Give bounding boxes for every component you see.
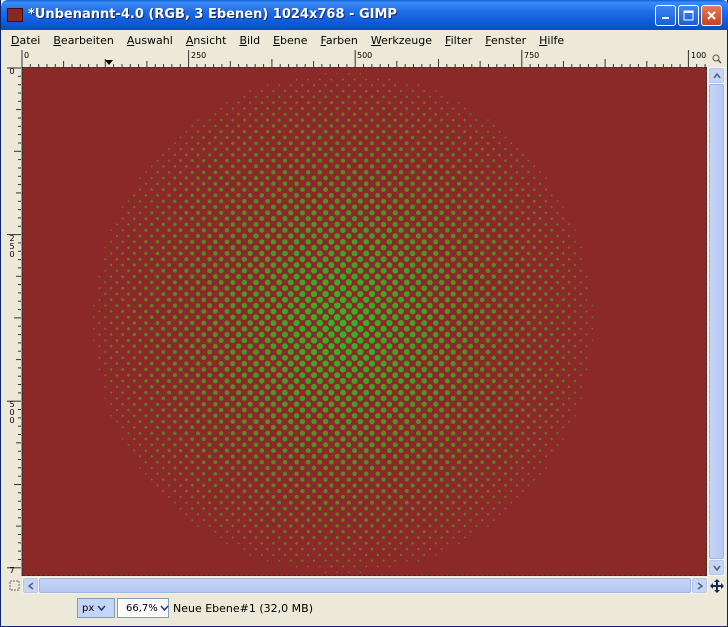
hruler-label-250: 250 — [191, 51, 207, 60]
title-bar[interactable]: *Unbenannt-4.0 (RGB, 3 Ebenen) 1024x768 … — [1, 0, 728, 30]
menu-farben[interactable]: Farben — [315, 34, 365, 47]
maximize-button[interactable] — [678, 5, 699, 26]
unit-selector[interactable]: px — [77, 598, 115, 618]
menu-auswahl[interactable]: Auswahl — [121, 34, 180, 47]
hruler-label-750: 750 — [524, 51, 540, 60]
zoom-dropdown-button[interactable] — [158, 598, 170, 618]
hruler-label-0: 0 — [24, 51, 30, 60]
window-title: *Unbenannt-4.0 (RGB, 3 Ebenen) 1024x768 … — [28, 7, 397, 22]
move-icon — [710, 579, 724, 593]
menu-datei[interactable]: Datei — [5, 34, 47, 47]
chevron-right-icon — [697, 581, 703, 590]
navigation-move-button[interactable] — [709, 578, 725, 594]
scroll-right-button[interactable] — [692, 578, 707, 593]
menu-werkzeuge[interactable]: Werkzeuge — [365, 34, 439, 47]
ruler-pointer-marker — [105, 60, 113, 65]
scroll-down-button[interactable] — [709, 560, 724, 575]
chevron-down-icon — [97, 605, 106, 611]
vruler-label-750: 7 — [9, 566, 15, 575]
maximize-icon — [683, 10, 694, 21]
minimize-button[interactable] — [655, 5, 676, 26]
navigate-button[interactable] — [709, 50, 725, 67]
hruler-label-1000: 100 — [691, 51, 707, 60]
chevron-up-icon — [712, 72, 721, 78]
zoom-value: 66,7% — [126, 602, 158, 614]
menu-bearbeiten[interactable]: Bearbeiten — [47, 34, 120, 47]
vruler-label-250: 250 — [9, 234, 15, 259]
horizontal-scrollbar[interactable] — [22, 577, 708, 594]
vertical-ruler[interactable]: 0 250 500 7 — [7, 67, 22, 576]
quickmask-icon — [9, 580, 19, 591]
horizontal-scroll-thumb[interactable] — [39, 578, 691, 593]
scroll-left-button[interactable] — [23, 578, 38, 593]
gimp-image-window: *Unbenannt-4.0 (RGB, 3 Ebenen) 1024x768 … — [0, 0, 728, 627]
image-thumbnail-icon — [7, 8, 23, 22]
menu-filter[interactable]: Filter — [439, 34, 479, 47]
hruler-label-500: 500 — [357, 51, 373, 60]
vertical-ruler-ticks — [7, 67, 21, 569]
vertical-scroll-thumb[interactable] — [709, 84, 724, 559]
navigate-icon — [712, 54, 722, 64]
halftone-image — [92, 72, 594, 574]
vertical-scrollbar[interactable] — [708, 67, 725, 576]
image-canvas[interactable] — [22, 67, 707, 576]
vruler-label-0: 0 — [9, 67, 15, 76]
menu-ansicht[interactable]: Ansicht — [180, 34, 234, 47]
vruler-label-500: 500 — [9, 400, 15, 425]
scroll-up-button[interactable] — [709, 68, 724, 83]
status-bar: px 66,7% Neue Ebene#1 (32,0 MB) — [1, 596, 728, 622]
status-layer-info: Neue Ebene#1 (32,0 MB) — [173, 602, 313, 615]
unit-value: px — [82, 602, 95, 614]
menu-fenster[interactable]: Fenster — [479, 34, 533, 47]
menu-bild[interactable]: Bild — [233, 34, 267, 47]
chevron-left-icon — [27, 581, 33, 590]
close-button[interactable] — [701, 5, 722, 26]
horizontal-ruler[interactable]: 0 250 500 750 100 — [21, 50, 707, 68]
quickmask-toggle[interactable] — [7, 578, 21, 593]
chevron-down-icon — [159, 605, 169, 611]
minimize-icon — [662, 17, 669, 19]
menu-ebene[interactable]: Ebene — [267, 34, 314, 47]
menu-bar: Datei Bearbeiten Auswahl Ansicht Bild Eb… — [5, 31, 725, 49]
close-icon — [707, 11, 716, 20]
ruler-corner — [7, 50, 21, 67]
menu-hilfe[interactable]: Hilfe — [533, 34, 571, 47]
chevron-down-icon — [712, 565, 721, 571]
